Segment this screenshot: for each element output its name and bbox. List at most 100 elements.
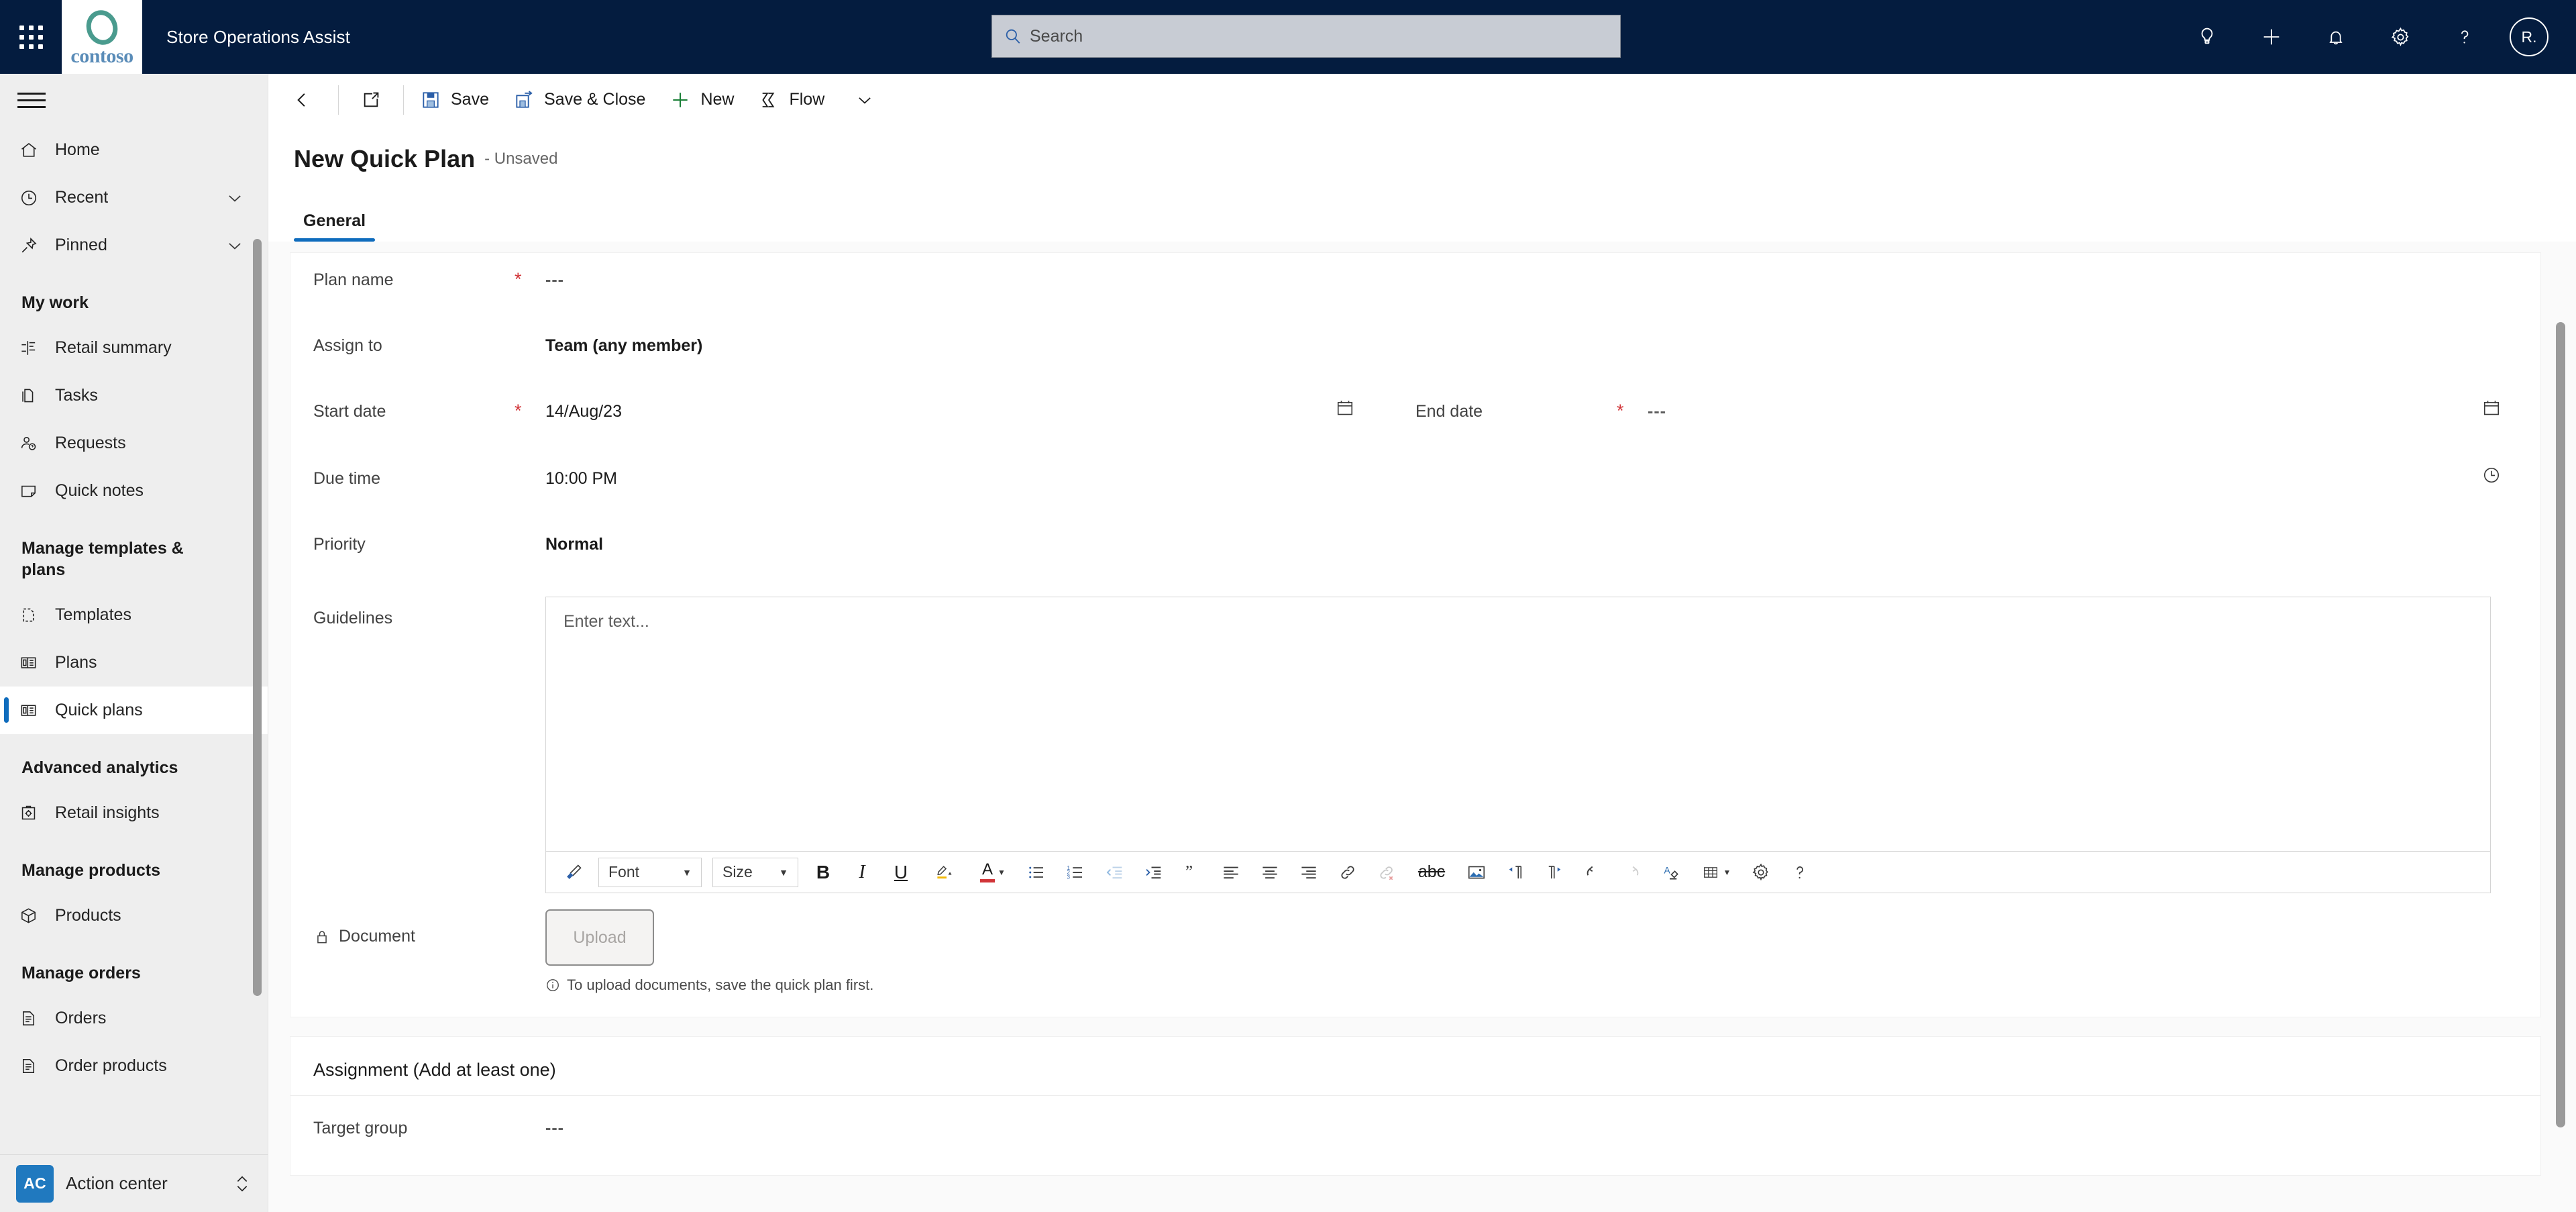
sidebar-item-retail-insights[interactable]: Retail insights [0, 789, 268, 837]
settings-button[interactable] [2368, 0, 2432, 74]
font-family-select[interactable]: Font ▼ [598, 857, 702, 887]
action-center-button[interactable]: AC Action center [0, 1154, 268, 1212]
start-date-input[interactable]: 14/Aug/23 [545, 394, 622, 422]
clock-icon [19, 188, 55, 208]
insights-button[interactable] [2175, 0, 2239, 74]
plan-name-input[interactable]: --- [545, 262, 564, 291]
field-row-priority: Priority Normal [290, 527, 2540, 593]
chevron-down-icon[interactable] [225, 236, 256, 256]
italic-button[interactable]: I [844, 855, 880, 890]
undo-button[interactable] [1575, 855, 1611, 890]
sidebar-item-order-products[interactable]: Order products [0, 1042, 268, 1090]
guidelines-textarea[interactable]: Enter text... [545, 597, 2491, 852]
bold-button[interactable]: B [805, 855, 841, 890]
target-group-input[interactable]: --- [545, 1111, 564, 1139]
font-color-button[interactable]: A ▼ [970, 855, 1016, 890]
field-end-date: End date * --- [1415, 394, 2518, 461]
blockquote-button[interactable]: ” [1174, 855, 1210, 890]
rtl-button[interactable] [1536, 855, 1572, 890]
assign-to-select[interactable]: Team (any member) [545, 328, 702, 356]
priority-select[interactable]: Normal [545, 527, 603, 555]
calendar-icon[interactable] [2481, 398, 2502, 418]
end-date-label: End date [1415, 402, 1483, 421]
field-row-due-time: Due time 10:00 PM [290, 461, 2540, 527]
pin-icon [19, 236, 55, 256]
save-and-close-icon [516, 90, 533, 108]
align-left-button[interactable] [1213, 855, 1249, 890]
insert-link-button[interactable] [1330, 855, 1366, 890]
sidebar-item-templates[interactable]: Templates [0, 591, 268, 639]
due-time-input[interactable]: 10:00 PM [545, 461, 617, 489]
underline-button[interactable]: U [883, 855, 919, 890]
unlink-button[interactable] [1368, 855, 1405, 890]
sidebar-group-title: Manage orders [21, 964, 141, 982]
save-and-close-button[interactable]: Save & Close [501, 74, 657, 126]
save-button[interactable]: Save [408, 74, 501, 126]
sidebar-item-pinned[interactable]: Pinned [0, 221, 268, 269]
font-size-select[interactable]: Size ▼ [712, 857, 798, 887]
open-in-new-window-button[interactable] [343, 74, 399, 126]
clear-formatting-button[interactable]: A [1653, 855, 1689, 890]
sidebar-toggle-button[interactable] [0, 74, 268, 126]
sidebar-item-retail-summary[interactable]: Retail summary [0, 324, 268, 372]
sidebar-item-tasks[interactable]: Tasks [0, 372, 268, 419]
sidebar-item-requests[interactable]: Requests [0, 419, 268, 467]
sidebar-group-title: Manage products [21, 861, 160, 880]
command-overflow-button[interactable] [837, 74, 893, 126]
general-card: Plan name * --- Assign to Team (any memb… [290, 252, 2541, 1017]
upload-button[interactable]: Upload [545, 909, 654, 966]
main-scrollbar[interactable] [2556, 322, 2565, 1127]
sidebar-item-label: Requests [55, 434, 126, 452]
help-button[interactable] [2432, 0, 2497, 74]
sidebar-item-recent[interactable]: Recent [0, 174, 268, 221]
new-button[interactable]: New [657, 74, 746, 126]
assign-to-label: Assign to [313, 336, 382, 355]
field-start-date: Start date * 14/Aug/23 [313, 394, 1415, 461]
sidebar-scrollbar[interactable] [253, 239, 262, 996]
decrease-indent-button[interactable] [1096, 855, 1132, 890]
insert-image-button[interactable] [1458, 855, 1495, 890]
sidebar-item-label: Plans [55, 653, 97, 672]
numbered-list-button[interactable]: 1 2 3 [1057, 855, 1093, 890]
align-center-button[interactable] [1252, 855, 1288, 890]
bulleted-list-button[interactable] [1018, 855, 1055, 890]
sidebar-item-products[interactable]: Products [0, 892, 268, 940]
search-input[interactable]: Search [991, 15, 1621, 58]
redo-button[interactable] [1614, 855, 1650, 890]
insert-table-button[interactable]: ▼ [1692, 855, 1740, 890]
quick-create-button[interactable] [2239, 0, 2304, 74]
ltr-button[interactable] [1497, 855, 1534, 890]
field-row-plan-name: Plan name * --- [290, 262, 2540, 328]
clock-icon[interactable] [2481, 465, 2502, 485]
highlight-button[interactable] [922, 855, 967, 890]
app-title: Store Operations Assist [166, 26, 350, 47]
user-avatar-button[interactable]: R. [2497, 0, 2561, 74]
sidebar-item-home[interactable]: Home [0, 126, 268, 174]
editor-help-button[interactable] [1782, 855, 1818, 890]
table-icon: ▼ [1701, 864, 1731, 881]
editor-settings-button[interactable] [1743, 855, 1779, 890]
sidebar-item-quick-notes[interactable]: Quick notes [0, 467, 268, 515]
chevron-down-icon[interactable] [225, 188, 256, 208]
guidelines-label: Guidelines [313, 609, 393, 627]
format-painter-icon[interactable] [555, 855, 592, 890]
sidebar-group-title: My work [21, 293, 89, 312]
align-right-button[interactable] [1291, 855, 1327, 890]
flow-button[interactable]: Flow [746, 74, 837, 126]
back-button[interactable] [278, 74, 334, 126]
editor-settings-icon [1752, 863, 1768, 880]
chevron-up-down-icon[interactable] [232, 1172, 252, 1195]
app-launcher-button[interactable] [0, 0, 62, 74]
increase-indent-button[interactable] [1135, 855, 1171, 890]
end-date-input[interactable]: --- [1648, 394, 1666, 422]
notifications-button[interactable] [2304, 0, 2368, 74]
sidebar-item-quick-plans[interactable]: Quick plans [0, 687, 268, 734]
sidebar-item-orders[interactable]: Orders [0, 995, 268, 1042]
upload-note-text: To upload documents, save the quick plan… [567, 976, 874, 993]
strikethrough-button[interactable]: abc [1407, 855, 1456, 890]
sidebar-item-plans[interactable]: Plans [0, 639, 268, 687]
tab-general[interactable]: General [294, 211, 376, 242]
page-save-status: - Unsaved [484, 150, 558, 168]
calendar-icon[interactable] [1335, 398, 1355, 418]
search-placeholder: Search [1030, 26, 1083, 46]
